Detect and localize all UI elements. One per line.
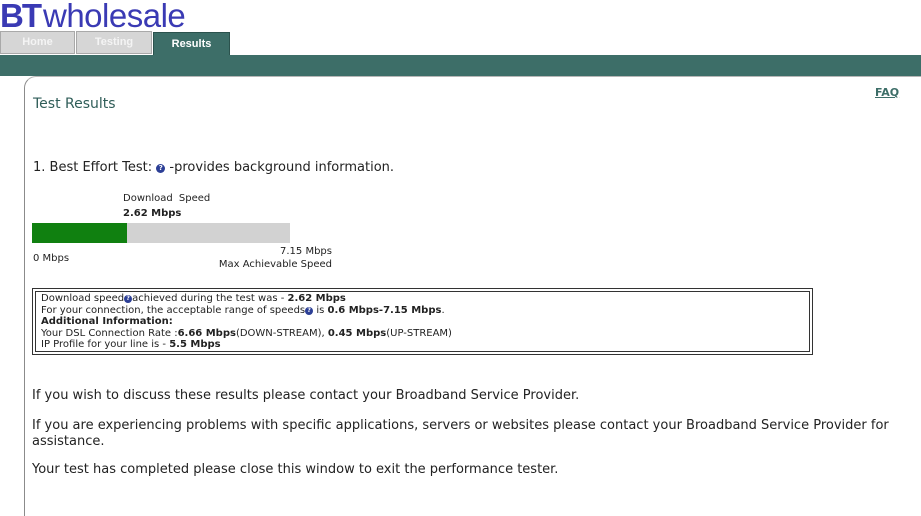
logo-bt: BT: [0, 0, 42, 34]
info-additional-header-text: Additional Information:: [41, 316, 173, 327]
info-range-mid: is: [313, 304, 328, 316]
info-additional-header: Additional Information:: [41, 316, 804, 328]
header-band: [0, 55, 921, 76]
info-range-suffix: .: [441, 304, 445, 316]
info-range-value: 0.6 Mbps-7.15 Mbps: [327, 304, 442, 316]
best-effort-suffix: -provides background information.: [169, 160, 395, 175]
completed-message: Your test has completed please close thi…: [32, 462, 559, 477]
info-box-inner: Download speed? achieved during the test …: [35, 291, 810, 352]
tab-home[interactable]: Home: [0, 31, 75, 54]
best-effort-heading: 1. Best Effort Test: ? -provides backgro…: [33, 160, 394, 175]
info-download-value: 2.62 Mbps: [287, 293, 346, 304]
info-ip-profile-prefix: IP Profile for your line is -: [41, 339, 170, 350]
bt-wholesale-logo: BTwholesale: [0, 0, 186, 34]
info-ip-profile-value: 5.5 Mbps: [169, 339, 221, 350]
discuss-message: If you wish to discuss these results ple…: [32, 388, 580, 403]
speed-bar-fill: [32, 223, 127, 243]
speed-min-label: 0 Mbps: [33, 253, 70, 264]
info-box: Download speed? achieved during the test …: [32, 288, 813, 355]
question-icon[interactable]: ?: [156, 164, 166, 173]
download-speed-value: 2.62 Mbps: [123, 208, 182, 219]
page-title: Test Results: [33, 96, 116, 112]
speed-bar-track: [32, 223, 290, 243]
info-downstream-label: (DOWN-STREAM),: [235, 327, 328, 339]
info-download-mid: achieved during the test was -: [132, 293, 288, 304]
download-speed-label: Download Speed: [123, 193, 211, 204]
info-line-dsl: Your DSL Connection Rate :6.66 Mbps(DOWN…: [41, 328, 804, 340]
problems-message: If you are experiencing problems with sp…: [32, 418, 889, 449]
info-dsl-prefix: Your DSL Connection Rate :: [41, 327, 178, 339]
info-downstream-value: 6.66 Mbps: [177, 327, 236, 339]
best-effort-label: 1. Best Effort Test:: [33, 160, 153, 175]
info-download-prefix: Download speed: [41, 293, 125, 304]
info-line-download: Download speed? achieved during the test …: [41, 293, 804, 305]
speed-max-label: 7.15 Mbps: [280, 246, 332, 257]
faq-link[interactable]: FAQ: [875, 86, 899, 99]
logo-wholesale: wholesale: [43, 0, 186, 34]
question-icon[interactable]: ?: [124, 295, 133, 303]
speed-max-caption: Max Achievable Speed: [218, 259, 332, 270]
info-line-ip-profile: IP Profile for your line is - 5.5 Mbps: [41, 339, 804, 351]
info-upstream-label: (UP-STREAM): [386, 327, 452, 339]
tab-results[interactable]: Results: [153, 32, 230, 56]
question-icon[interactable]: ?: [305, 306, 314, 315]
info-line-range: For your connection, the acceptable rang…: [41, 305, 804, 317]
tab-testing[interactable]: Testing: [76, 31, 152, 54]
info-range-prefix: For your connection, the acceptable rang…: [41, 304, 306, 316]
info-upstream-value: 0.45 Mbps: [327, 327, 387, 339]
